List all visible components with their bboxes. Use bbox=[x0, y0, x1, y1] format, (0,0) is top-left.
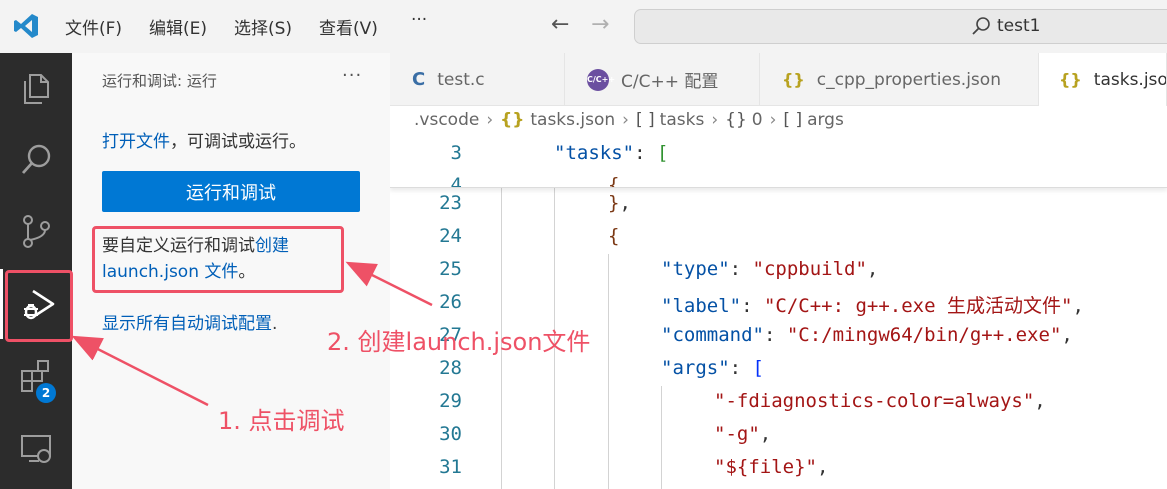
code-line: { bbox=[608, 174, 620, 188]
chevron-right-icon: › bbox=[711, 110, 719, 130]
line-number: 3 bbox=[450, 142, 462, 164]
tab-label: C/C++ 配置 bbox=[621, 72, 719, 92]
open-file-link[interactable]: 打开文件 bbox=[102, 132, 170, 152]
breadcrumb-tasks[interactable]: tasks bbox=[660, 110, 705, 130]
extensions-badge: 2 bbox=[36, 383, 56, 403]
breadcrumb-file[interactable]: tasks.json bbox=[530, 110, 615, 130]
tab-c-cpp-properties[interactable]: {} c_cpp_properties.json bbox=[760, 53, 1039, 106]
breadcrumb: .vscode › {} tasks.json › [ ] tasks › {}… bbox=[414, 110, 844, 130]
code-line: "args": [ bbox=[661, 357, 764, 379]
line-number: 30 bbox=[439, 423, 462, 445]
activity-extensions[interactable]: 2 bbox=[0, 341, 72, 411]
sidebar-title: 运行和调试: 运行 bbox=[102, 72, 217, 90]
open-file-hint: ，可调试或运行。 bbox=[170, 132, 306, 152]
line-number: 28 bbox=[439, 357, 462, 379]
menu-edit[interactable]: 编辑(E) bbox=[149, 14, 207, 39]
chevron-right-icon: › bbox=[769, 110, 777, 130]
back-arrow-icon[interactable]: ← bbox=[551, 12, 569, 37]
tab-label: test.c bbox=[437, 69, 485, 90]
highlight-create-launch bbox=[92, 226, 344, 293]
line-number: 24 bbox=[439, 225, 462, 247]
code-line: { bbox=[608, 225, 620, 247]
search-icon bbox=[21, 144, 51, 174]
chevron-right-icon: › bbox=[622, 110, 629, 130]
line-number: 23 bbox=[439, 192, 462, 214]
chevron-right-icon: › bbox=[486, 110, 494, 130]
cpp-config-icon: C/C++ bbox=[587, 68, 615, 91]
indent-guide bbox=[661, 386, 662, 489]
breadcrumb-index[interactable]: 0 bbox=[752, 110, 763, 130]
editor-tabs: C test.c C/C++ C/C++ 配置 {} c_cpp_propert… bbox=[390, 53, 1167, 106]
breadcrumb-args[interactable]: args bbox=[807, 110, 844, 130]
code-line: "${file}", bbox=[714, 456, 829, 478]
run-and-debug-button[interactable]: 运行和调试 bbox=[102, 171, 360, 212]
run-and-debug-label: 运行和调试 bbox=[186, 182, 276, 204]
tab-label: tasks.json bbox=[1093, 69, 1167, 90]
json-icon: {} bbox=[782, 70, 805, 89]
code-line: "-fdiagnostics-color=always", bbox=[714, 390, 1046, 412]
code-line: "tasks": [ bbox=[554, 142, 669, 164]
search-icon bbox=[972, 17, 990, 35]
line-number: 25 bbox=[439, 258, 462, 280]
tab-label: c_cpp_properties.json bbox=[816, 69, 1001, 90]
json-icon: {} bbox=[1059, 70, 1082, 89]
activity-remote-explorer[interactable] bbox=[0, 413, 72, 483]
workspace-name: test1 bbox=[997, 16, 1041, 36]
breadcrumb-folder[interactable]: .vscode bbox=[414, 110, 479, 130]
source-control-icon bbox=[23, 215, 50, 248]
highlight-debug-icon bbox=[5, 270, 73, 342]
sidebar-more-button[interactable]: ··· bbox=[342, 65, 362, 86]
line-number: 26 bbox=[439, 291, 462, 313]
tab-cpp-config[interactable]: C/C++ C/C++ 配置 bbox=[565, 53, 760, 106]
command-center-search[interactable]: test1 bbox=[634, 9, 1167, 44]
json-icon: {} bbox=[500, 110, 525, 130]
open-file-text: 打开文件，可调试或运行。 bbox=[102, 127, 306, 152]
sticky-scroll[interactable]: 3 "tasks": [ 4 { bbox=[390, 138, 1167, 188]
array-icon: [ ] bbox=[635, 110, 655, 130]
code-line: "command": "C:/mingw64/bin/g++.exe", bbox=[661, 324, 1073, 346]
menu-view[interactable]: 查看(V) bbox=[319, 14, 378, 39]
menu-selection[interactable]: 选择(S) bbox=[234, 14, 292, 39]
line-number: 29 bbox=[439, 390, 462, 412]
indent-guide bbox=[608, 254, 609, 489]
vscode-logo-icon bbox=[14, 14, 38, 38]
activity-explorer[interactable] bbox=[0, 53, 72, 123]
menu-more-button[interactable]: ··· bbox=[411, 10, 427, 30]
line-number: 4 bbox=[450, 174, 462, 188]
tab-tasks-json[interactable]: {} tasks.json bbox=[1039, 53, 1167, 106]
c-file-icon: C bbox=[412, 69, 426, 90]
remote-explorer-icon bbox=[21, 435, 51, 463]
show-all-suffix: . bbox=[272, 314, 278, 334]
show-all-configs: 显示所有自动调试配置. bbox=[102, 309, 277, 334]
object-icon: {} bbox=[725, 110, 747, 130]
explorer-icon bbox=[24, 74, 49, 104]
code-line: }, bbox=[608, 192, 631, 214]
code-line: "label": "C/C++: g++.exe 生成活动文件", bbox=[661, 295, 1084, 317]
activity-search[interactable] bbox=[0, 125, 72, 195]
title-bar: 文件(F) 编辑(E) 选择(S) 查看(V) ··· ← → test1 bbox=[0, 0, 1167, 53]
activity-source-control[interactable] bbox=[0, 196, 72, 266]
line-number: 31 bbox=[439, 456, 462, 478]
tab-test-c[interactable]: C test.c bbox=[390, 53, 565, 106]
annotation-step2: 2. 创建launch.json文件 bbox=[327, 328, 591, 356]
forward-arrow-icon[interactable]: → bbox=[591, 12, 609, 37]
array-icon: [ ] bbox=[783, 110, 803, 130]
code-line: "-g", bbox=[714, 423, 772, 445]
show-all-configs-link[interactable]: 显示所有自动调试配置 bbox=[102, 314, 272, 334]
code-line: "type": "cppbuild", bbox=[661, 258, 879, 280]
annotation-step1: 1. 点击调试 bbox=[218, 407, 345, 435]
code-editor[interactable]: 3 "tasks": [ 4 { 23}, 24 {25 "type": "cppbu… bbox=[390, 138, 1167, 489]
menu-file[interactable]: 文件(F) bbox=[65, 14, 122, 39]
